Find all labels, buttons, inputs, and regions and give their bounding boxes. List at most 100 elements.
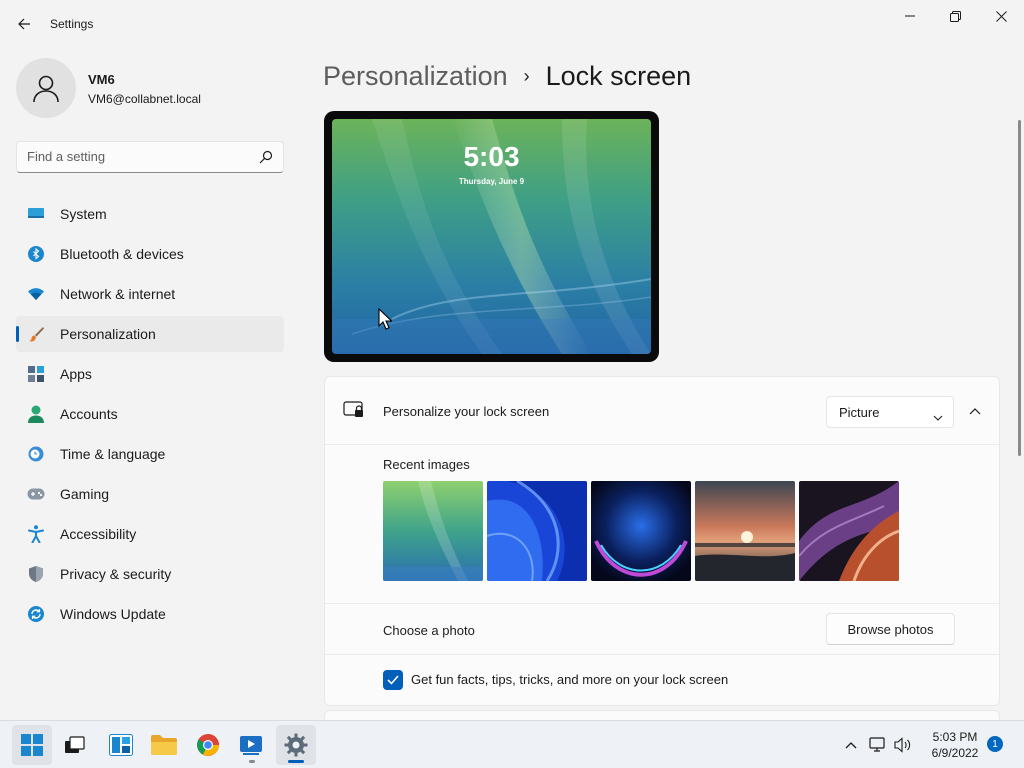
- windows-logo-icon: [21, 734, 43, 756]
- sidebar-item-system[interactable]: System: [16, 196, 284, 232]
- sidebar-item-label: Gaming: [60, 486, 110, 502]
- network-icon: [869, 737, 885, 752]
- sidebar-item-label: Windows Update: [60, 606, 166, 622]
- close-icon: [995, 10, 1007, 22]
- preview-time: 5:03: [463, 141, 520, 172]
- system-icon: [26, 204, 46, 224]
- settings-button[interactable]: [276, 725, 316, 765]
- sidebar-item-label: Privacy & security: [60, 566, 172, 582]
- chevron-down-icon: [933, 408, 943, 426]
- chrome-icon: [197, 734, 219, 756]
- sidebar-item-accessibility[interactable]: Accessibility: [16, 516, 284, 552]
- clock-time: 5:03 PM: [932, 730, 978, 744]
- task-view-icon: [65, 736, 85, 753]
- lock-screen-preview: 5:03 Thursday, June 9: [324, 111, 659, 362]
- sidebar-item-label: Apps: [60, 366, 92, 382]
- network-tray-button[interactable]: [867, 733, 889, 757]
- sidebar-item-accounts[interactable]: Accounts: [16, 396, 284, 432]
- apps-icon: [26, 364, 46, 384]
- sidebar-item-windows-update[interactable]: Windows Update: [16, 596, 284, 632]
- fun-facts-label[interactable]: Get fun facts, tips, tricks, and more on…: [411, 672, 728, 687]
- sidebar-item-label: Network & internet: [60, 286, 176, 302]
- search-icon[interactable]: [259, 150, 273, 169]
- lock-screen-type-dropdown[interactable]: Picture: [826, 396, 954, 428]
- title-bar: Settings: [0, 0, 1024, 48]
- folder-icon: [151, 735, 177, 755]
- preview-date: Thursday, June 9: [458, 177, 525, 186]
- widgets-button[interactable]: [101, 725, 141, 765]
- dropdown-value: Picture: [839, 405, 880, 420]
- search-input[interactable]: [27, 149, 247, 164]
- recent-image-purple-ribbon[interactable]: [799, 481, 899, 581]
- sidebar-item-apps[interactable]: Apps: [16, 356, 284, 392]
- breadcrumb: Personalization › Lock screen: [323, 58, 691, 94]
- chrome-button[interactable]: [188, 725, 228, 765]
- chevron-up-icon: [845, 741, 857, 748]
- sidebar-item-label: Accounts: [60, 406, 118, 422]
- chevron-up-icon: [969, 407, 981, 414]
- scrollbar[interactable]: [1018, 120, 1021, 456]
- volume-icon: [894, 737, 911, 753]
- maximize-button[interactable]: [932, 0, 978, 32]
- sidebar-item-label: System: [60, 206, 107, 222]
- lock-screen-icon: [343, 401, 365, 424]
- checkmark-icon: [387, 675, 399, 685]
- recent-images: [383, 481, 899, 581]
- accessibility-icon: [26, 524, 46, 544]
- wifi-icon: [26, 284, 46, 304]
- running-indicator: [249, 760, 255, 763]
- personalize-lock-screen-row: Personalize your lock screen Picture: [325, 377, 999, 445]
- user-name: VM6: [88, 72, 115, 87]
- choose-photo-label: Choose a photo: [383, 623, 475, 638]
- browse-photos-button[interactable]: Browse photos: [826, 613, 955, 645]
- file-explorer-button[interactable]: [144, 725, 184, 765]
- taskbar: 5:03 PM 6/9/2022: [0, 720, 1024, 768]
- notification-badge[interactable]: 1: [987, 736, 1003, 752]
- media-player-button[interactable]: [232, 725, 272, 765]
- sidebar-item-label: Personalization: [60, 326, 156, 342]
- shield-icon: [26, 564, 46, 584]
- recent-image-dark-glow[interactable]: [591, 481, 691, 581]
- fun-facts-row: Get fun facts, tips, tricks, and more on…: [325, 657, 999, 705]
- sidebar-item-time-language[interactable]: Time & language: [16, 436, 284, 472]
- breadcrumb-separator: ›: [523, 65, 530, 86]
- fun-facts-checkbox[interactable]: [383, 670, 403, 690]
- minimize-button[interactable]: [887, 0, 933, 32]
- close-button[interactable]: [978, 0, 1024, 32]
- recent-image-green-aurora[interactable]: [383, 481, 483, 581]
- taskbar-clock[interactable]: 5:03 PM 6/9/2022: [918, 729, 992, 761]
- app-title: Settings: [50, 17, 94, 31]
- sidebar-item-network[interactable]: Network & internet: [16, 276, 284, 312]
- user-profile[interactable]: VM6 VM6@collabnet.local: [16, 58, 276, 118]
- search-box[interactable]: [16, 141, 284, 173]
- bluetooth-icon: [26, 244, 46, 264]
- recent-image-sunset-lake[interactable]: [695, 481, 795, 581]
- show-hidden-icons-button[interactable]: [840, 733, 862, 757]
- sidebar-item-personalization[interactable]: Personalization: [16, 316, 284, 352]
- accounts-icon: [26, 404, 46, 424]
- sidebar-item-gaming[interactable]: Gaming: [16, 476, 284, 512]
- active-indicator: [288, 760, 304, 763]
- recent-image-blue-bloom[interactable]: [487, 481, 587, 581]
- mouse-cursor-icon: [378, 308, 392, 330]
- restore-icon: [949, 10, 961, 22]
- back-button[interactable]: [8, 8, 40, 40]
- widgets-icon: [109, 734, 133, 756]
- sidebar-item-bluetooth[interactable]: Bluetooth & devices: [16, 236, 284, 272]
- personalize-label: Personalize your lock screen: [383, 404, 550, 419]
- collapse-button[interactable]: [961, 397, 989, 425]
- sidebar-item-label: Time & language: [60, 446, 166, 462]
- gear-icon: [284, 733, 308, 757]
- breadcrumb-parent[interactable]: Personalization: [323, 61, 508, 92]
- brush-icon: [26, 324, 46, 344]
- sidebar-nav: System Bluetooth & devices Network & int…: [16, 196, 284, 636]
- minimize-icon: [905, 15, 915, 17]
- gaming-icon: [26, 484, 46, 504]
- volume-tray-button[interactable]: [892, 733, 914, 757]
- sidebar-item-privacy[interactable]: Privacy & security: [16, 556, 284, 592]
- lock-screen-settings-card: Personalize your lock screen Picture Rec…: [324, 376, 1000, 706]
- start-button[interactable]: [12, 725, 52, 765]
- recent-images-label: Recent images: [383, 457, 470, 472]
- user-email: VM6@collabnet.local: [88, 92, 201, 106]
- task-view-button[interactable]: [55, 725, 95, 765]
